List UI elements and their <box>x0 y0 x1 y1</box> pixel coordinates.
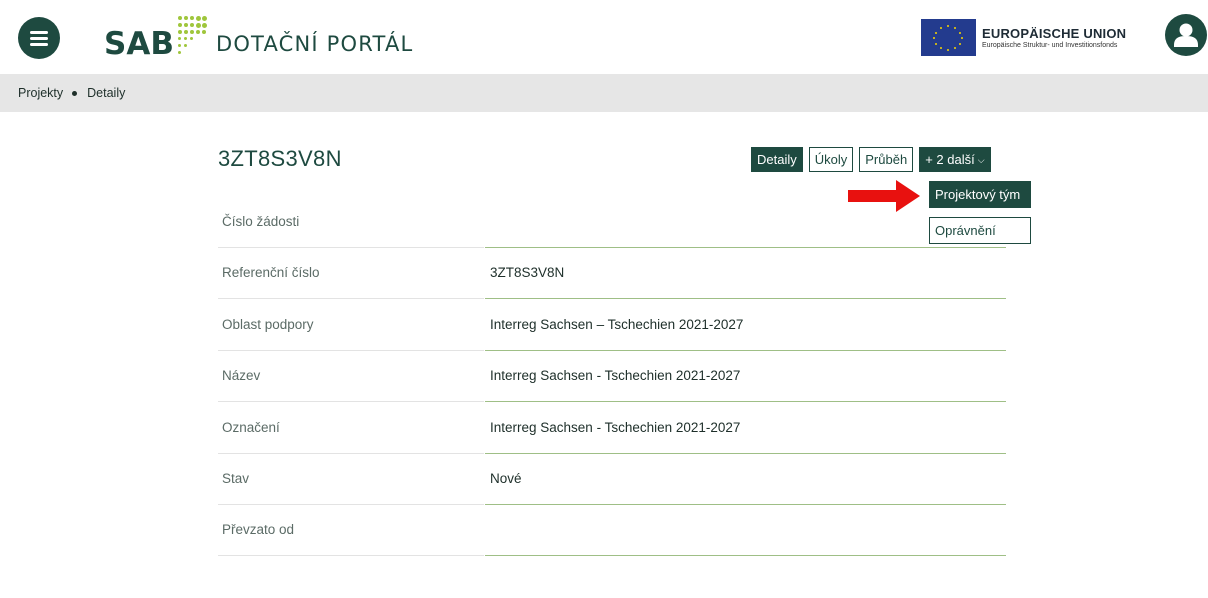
chevron-down-icon: ⌵ <box>977 155 985 165</box>
field-row: Oblast podpory Interreg Sachsen – Tschec… <box>218 299 1008 351</box>
field-label: Název <box>222 368 261 383</box>
field-label: Označení <box>222 420 280 435</box>
field-label: Převzato od <box>222 522 295 537</box>
hamburger-icon-line <box>30 31 48 34</box>
field-value: Interreg Sachsen – Tschechien 2021-2027 <box>490 317 744 332</box>
page-title: 3ZT8S3V8N <box>218 146 342 171</box>
tab-more-label: + 2 další <box>925 152 975 167</box>
field-label: Stav <box>222 471 250 486</box>
menu-button[interactable] <box>18 17 60 59</box>
field-label: Číslo žádosti <box>222 214 300 229</box>
field-row: Stav Nové <box>218 453 1008 505</box>
sab-logo[interactable]: SAB DOTAČNÍ PORTÁL <box>104 12 413 62</box>
field-value: Interreg Sachsen - Tschechien 2021-2027 <box>490 420 741 435</box>
logo-sab-text: SAB <box>104 26 174 62</box>
tab-bar: Detaily Úkoly Průběh + 2 další ⌵ <box>751 147 991 172</box>
logo-dots-icon <box>174 14 218 62</box>
breadcrumb-current: Detaily <box>87 86 126 100</box>
logo-portal-text: DOTAČNÍ PORTÁL <box>215 32 414 56</box>
tab-detail[interactable]: Detaily <box>751 147 803 172</box>
breadcrumb-projects[interactable]: Projekty <box>18 86 63 100</box>
eu-flag-icon <box>921 19 976 56</box>
field-row: Převzato od <box>218 504 1008 556</box>
breadcrumb: Projekty Detaily <box>0 74 1208 112</box>
breadcrumb-separator-icon <box>72 90 78 96</box>
header: SAB DOTAČNÍ PORTÁL EUROPÄISCHE UNION Eur… <box>0 0 1208 74</box>
field-row: Číslo žádosti <box>218 196 1008 248</box>
field-value: Nové <box>490 471 522 486</box>
user-account-button[interactable] <box>1165 14 1207 56</box>
field-row: Označení Interreg Sachsen - Tschechien 2… <box>218 402 1008 454</box>
tab-tasks[interactable]: Úkoly <box>808 147 854 172</box>
eu-subtitle: Europäische Struktur- und Investitionsfo… <box>982 41 1118 49</box>
field-row: Název Interreg Sachsen - Tschechien 2021… <box>218 350 1008 402</box>
field-row: Referenční číslo 3ZT8S3V8N <box>218 247 1008 299</box>
user-icon <box>1174 23 1198 47</box>
field-value: Interreg Sachsen - Tschechien 2021-2027 <box>490 368 741 383</box>
field-label: Oblast podpory <box>222 317 314 332</box>
tab-progress[interactable]: Průběh <box>859 147 914 172</box>
field-label: Referenční číslo <box>222 265 320 280</box>
hamburger-icon-line <box>30 37 48 40</box>
eu-title: EUROPÄISCHE UNION <box>982 25 1127 41</box>
tab-more-dropdown[interactable]: + 2 další ⌵ <box>919 147 991 172</box>
field-value: 3ZT8S3V8N <box>490 265 565 280</box>
hamburger-icon-line <box>30 43 48 46</box>
eu-logo: EUROPÄISCHE UNION Europäische Struktur- … <box>921 19 1126 56</box>
